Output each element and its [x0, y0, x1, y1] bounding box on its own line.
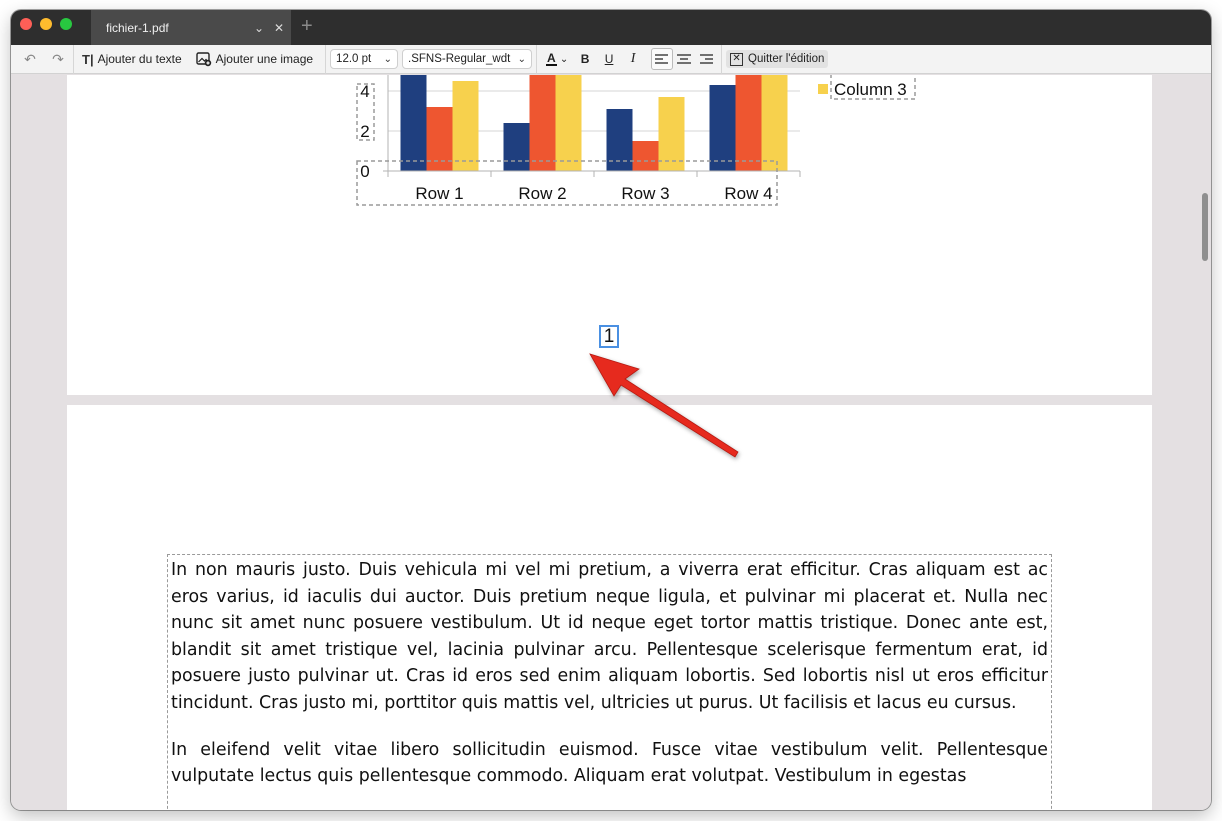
pdf-page-1: 0 2 4 Row 1 Row 2 Row 3 Row 4 Column 3 1: [67, 75, 1152, 395]
app-window: fichier-1.pdf ⌄ ✕ + ↶ ↷ T| Ajouter du te…: [11, 10, 1211, 810]
alignment-group: [651, 48, 717, 70]
font-color-icon: A: [547, 50, 556, 65]
chevron-down-icon[interactable]: ⌄: [251, 21, 267, 35]
chevron-down-icon: ⌄: [517, 53, 527, 65]
title-bar: fichier-1.pdf ⌄ ✕ +: [11, 10, 1211, 45]
underline-button[interactable]: U: [597, 48, 621, 70]
font-color-button[interactable]: A ⌄: [541, 48, 573, 70]
bar: [503, 123, 530, 171]
document-area[interactable]: 0 2 4 Row 1 Row 2 Row 3 Row 4 Column 3 1 In non…: [11, 75, 1211, 810]
add-text-button[interactable]: T| Ajouter du texte: [78, 48, 186, 70]
font-family-select[interactable]: .SFNS-Regular_wdt ⌄: [402, 49, 533, 69]
bar: [529, 75, 556, 171]
toolbar-divider: [536, 44, 538, 74]
align-center-button[interactable]: [673, 48, 695, 70]
bold-button[interactable]: B: [573, 48, 597, 70]
x-tick-label: Row 2: [518, 184, 566, 203]
align-left-button[interactable]: [651, 48, 674, 70]
close-window-button[interactable]: [20, 18, 32, 30]
add-image-label: Ajouter une image: [215, 52, 314, 66]
bar: [735, 75, 762, 171]
font-family-value: .SFNS-Regular_wdt: [408, 53, 511, 65]
bar: [555, 75, 582, 171]
x-tick-label: Row 3: [621, 184, 669, 203]
bar: [632, 141, 659, 171]
bar-chart[interactable]: 0 2 4 Row 1 Row 2 Row 3 Row 4 Column 3: [67, 75, 1152, 215]
chevron-down-icon: ⌄: [383, 53, 393, 65]
bar: [658, 97, 685, 171]
paragraph: In non mauris justo. Duis vehicula mi ve…: [171, 560, 1048, 713]
vertical-scrollbar[interactable]: [1202, 193, 1208, 261]
x-tick-label: Row 1: [415, 184, 463, 203]
y-tick-label: 0: [360, 162, 369, 181]
font-size-select[interactable]: 12.0 pt ⌄: [330, 49, 399, 69]
toolbar-divider: [721, 44, 723, 74]
toolbar-divider: [325, 44, 327, 74]
undo-icon[interactable]: ↶: [19, 48, 41, 70]
align-right-icon: [700, 54, 714, 64]
font-color-swatch: [545, 63, 557, 66]
toolbar-divider: [73, 44, 74, 74]
bar: [400, 75, 427, 171]
new-tab-plus-icon[interactable]: +: [301, 16, 313, 36]
legend-label: Column 3: [834, 80, 907, 99]
x-tick-label: Row 4: [724, 184, 772, 203]
exit-edit-icon: ✕: [730, 52, 744, 66]
exit-edit-button[interactable]: ✕ Quitter l'édition: [726, 50, 829, 68]
chevron-down-icon: ⌄: [559, 53, 569, 65]
close-tab-icon[interactable]: ✕: [271, 21, 287, 35]
align-center-icon: [677, 54, 692, 64]
align-right-button[interactable]: [695, 48, 717, 70]
paragraph: In eleifend velit vitae libero sollicitu…: [171, 739, 1048, 787]
page-number[interactable]: 1: [599, 325, 619, 348]
tab-document[interactable]: fichier-1.pdf ⌄ ✕: [91, 10, 291, 45]
bar: [452, 81, 479, 171]
zoom-window-button[interactable]: [60, 18, 72, 30]
exit-edit-label: Quitter l'édition: [748, 53, 825, 65]
text-block[interactable]: In non mauris justo. Duis vehicula mi ve…: [167, 554, 1052, 810]
font-size-value: 12.0 pt: [336, 53, 372, 65]
pdf-page-2: In non mauris justo. Duis vehicula mi ve…: [67, 405, 1152, 810]
bar: [761, 75, 788, 171]
bar: [709, 85, 736, 171]
redo-icon[interactable]: ↷: [47, 48, 69, 70]
italic-button[interactable]: I: [621, 48, 645, 70]
add-image-button[interactable]: Ajouter une image: [192, 48, 317, 70]
text-cursor-icon: T|: [82, 51, 94, 67]
toolbar: ↶ ↷ T| Ajouter du texte Ajouter une imag…: [11, 44, 1211, 74]
legend-swatch: [818, 84, 828, 94]
add-text-label: Ajouter du texte: [97, 52, 182, 66]
align-left-icon: [655, 54, 669, 64]
add-image-icon: [195, 51, 211, 66]
tab-title: fichier-1.pdf: [106, 20, 169, 35]
y-tick-label: 2: [360, 122, 369, 141]
minimize-window-button[interactable]: [40, 18, 52, 30]
y-tick-label: 4: [360, 82, 369, 101]
